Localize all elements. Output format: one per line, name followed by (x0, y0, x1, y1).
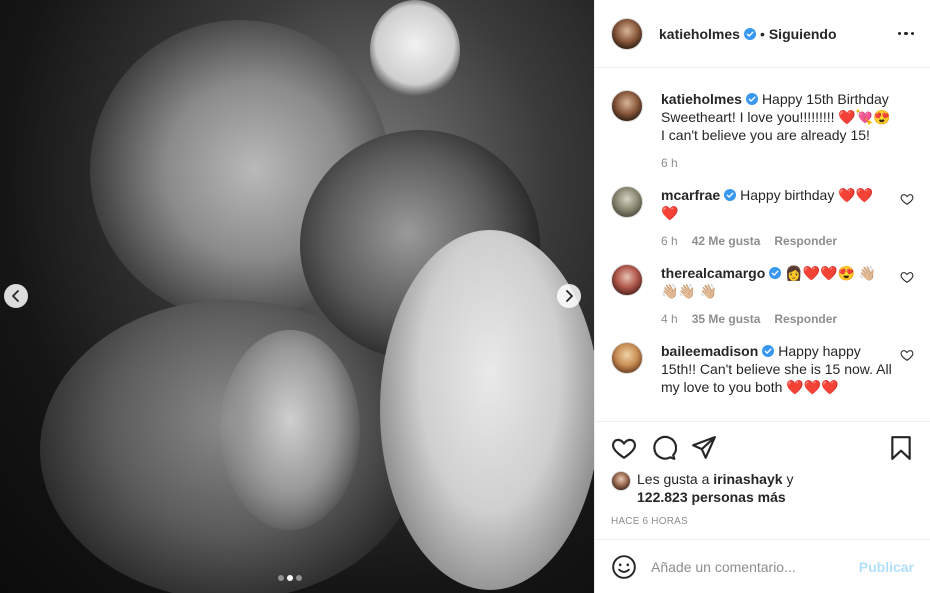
caption-time[interactable]: 6 h (661, 156, 678, 170)
verified-badge-icon (724, 189, 737, 201)
verified-badge-icon (769, 267, 782, 279)
liker-username[interactable]: irinashayk (713, 471, 782, 487)
commenter-avatar[interactable] (611, 342, 643, 374)
comment-likes[interactable]: 35 Me gusta (692, 312, 761, 326)
emoji-icon[interactable] (611, 554, 637, 580)
more-dots-icon (910, 31, 914, 36)
carousel-indicator (278, 575, 302, 581)
caption-meta: 6 h (661, 156, 892, 170)
header-separator: • (759, 25, 765, 42)
chevron-left-icon (12, 290, 19, 302)
like-heart-icon[interactable] (611, 435, 637, 461)
comment-text-block: baileemadison Happy happy 15th!! Can't be… (661, 342, 892, 396)
post-actions: Les gusta a irinashayk y 122.823 persona… (595, 421, 930, 527)
likes-conj: y (786, 471, 794, 487)
liker-avatar[interactable] (611, 471, 631, 491)
caption-username[interactable]: katieholmes (661, 91, 742, 107)
likes-prefix: Les gusta a (637, 471, 710, 487)
carousel-dot (296, 575, 302, 581)
publish-button[interactable]: Publicar (859, 559, 914, 575)
comment-text-block: therealcamargo 👩‍❤️❤️😍 👋🏼👋🏼👋🏼 👋🏼 (661, 264, 892, 300)
chevron-right-icon (566, 290, 573, 302)
more-dots-icon (897, 31, 901, 36)
comment-item: mcarfrae Happy birthday ❤️❤️ ❤️ 6 h 42 Me… (611, 186, 914, 248)
reply-button[interactable]: Responder (774, 312, 837, 326)
comment-bubble-icon[interactable] (651, 435, 677, 461)
share-paper-plane-icon[interactable] (691, 435, 717, 461)
comment-item: therealcamargo 👩‍❤️❤️😍 👋🏼👋🏼👋🏼 👋🏼 4 h 35 M… (611, 264, 914, 326)
comment-likes[interactable]: 42 Me gusta (692, 234, 761, 248)
carousel-dot (278, 575, 284, 581)
likes-count[interactable]: 122.823 personas más (637, 489, 786, 505)
comment-time[interactable]: 6 h (661, 234, 678, 248)
post-photo[interactable] (0, 0, 594, 593)
action-icons-row (611, 428, 914, 468)
following-button[interactable]: Siguiendo (769, 26, 837, 42)
photo-region (380, 230, 594, 590)
post-side-panel: katieholmes • Siguiendo katieholmes Happy… (594, 0, 930, 593)
instagram-post-view: katieholmes • Siguiendo katieholmes Happy… (0, 0, 930, 593)
verified-badge-icon (743, 27, 756, 40)
carousel-dot-active (287, 575, 293, 581)
verified-badge-icon (745, 93, 758, 105)
author-avatar[interactable] (611, 17, 643, 50)
comment-time[interactable]: 4 h (661, 312, 678, 326)
add-comment-bar: Publicar (595, 539, 930, 593)
comments-list[interactable]: katieholmes Happy 15th Birthday Sweethear… (595, 68, 930, 421)
comment-meta: 6 h 42 Me gusta Responder (661, 234, 892, 248)
comment-username[interactable]: therealcamargo (661, 265, 765, 281)
author-avatar[interactable] (611, 90, 643, 122)
like-comment-heart-icon[interactable] (900, 270, 914, 284)
bookmark-save-icon[interactable] (888, 435, 914, 461)
comment-username[interactable]: mcarfrae (661, 187, 720, 203)
carousel-next-button[interactable] (557, 284, 581, 308)
like-comment-heart-icon[interactable] (900, 192, 914, 206)
commenter-avatar[interactable] (611, 186, 643, 218)
post-timestamp[interactable]: HACE 6 HORAS (611, 516, 914, 527)
caption-text-block: katieholmes Happy 15th Birthday Sweethear… (661, 90, 892, 144)
comment-username[interactable]: baileemadison (661, 343, 758, 359)
photo-region (370, 0, 460, 100)
likes-summary: Les gusta a irinashayk y 122.823 persona… (611, 470, 914, 506)
caption: katieholmes Happy 15th Birthday Sweethear… (611, 90, 914, 170)
like-comment-heart-icon[interactable] (900, 348, 914, 362)
photo-region (220, 330, 360, 530)
comment-item: baileemadison Happy happy 15th!! Can't be… (611, 342, 914, 396)
comment-text-block: mcarfrae Happy birthday ❤️❤️ ❤️ (661, 186, 892, 222)
more-options-button[interactable] (897, 28, 914, 40)
likes-text: Les gusta a irinashayk y 122.823 persona… (637, 470, 793, 506)
author-username[interactable]: katieholmes (659, 26, 740, 42)
post-header: katieholmes • Siguiendo (595, 0, 930, 68)
add-comment-input[interactable] (651, 558, 851, 575)
commenter-avatar[interactable] (611, 264, 643, 296)
reply-button[interactable]: Responder (774, 234, 837, 248)
verified-badge-icon (762, 345, 775, 357)
carousel-prev-button[interactable] (4, 284, 28, 308)
more-dots-icon (904, 31, 908, 36)
comment-meta: 4 h 35 Me gusta Responder (661, 312, 892, 326)
